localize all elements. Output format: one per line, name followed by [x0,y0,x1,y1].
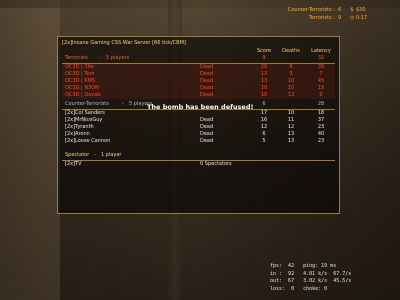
player-status: Dead [200,117,214,123]
bomb-defused-message: The bomb has been defused! [147,103,254,111]
player-latency: 9 [319,92,323,98]
dollar-icon: $ [350,7,354,13]
player-deaths: 12 [287,124,295,130]
t-score-value: 9 [338,15,342,21]
player-name: OC3D | KMS [65,78,96,84]
money-value: $30 [356,7,366,13]
server-title: [2x]Insane Gaming CSS War Server [66 tic… [62,40,186,46]
player-status: Dead [200,124,214,130]
player-latency: 45 [317,78,325,84]
scoreboard-header: [2x]Insane Gaming CSS War Server [66 tic… [62,39,335,54]
player-name: OC3D | Tom [65,71,95,77]
table-row[interactable]: [2x]Tyranth Dead 12 12 23 [62,124,335,131]
team-label: Counter-Terrorists [65,101,109,107]
team-score-hud: Counter-Terrorists : 6 $ $30 Terrorists … [268,6,380,22]
player-status: Dead [200,92,214,98]
player-score: 13 [260,78,268,84]
player-score: 12 [260,124,268,130]
net-graph-line: loss: 0 choke: 0 [270,285,328,292]
player-deaths: 13 [287,138,295,144]
player-deaths: 13 [287,131,295,137]
net-graph: fps: 42 ping: 19 ms in : 92 4.01 k/s 67.… [270,263,396,293]
team-label: Spectator [65,152,90,158]
table-row[interactable]: [2x]MrNiceGuy Dead 16 11 37 [62,117,335,124]
net-graph-line: in : 92 4.01 k/s 67.7/s [270,270,352,277]
player-latency: 23 [317,124,325,130]
clock-icon: ◷ [349,15,355,21]
table-row[interactable]: OC3D | KMS Dead 13 10 45 [62,78,335,85]
player-name: OC3D | N3ON [65,85,99,91]
player-deaths: 10 [287,78,295,84]
net-graph-line: out: 67 3.02 k/s 45.5/s [270,278,352,284]
team-latency: 32 [317,55,325,61]
player-name: OC3D | Daveb [65,92,101,98]
player-name: [2x]Col Sanders [65,110,105,116]
player-status: Dead [200,71,214,77]
player-score: 10 [260,92,268,98]
player-deaths: 9 [289,71,293,77]
table-row[interactable]: OC3D | Tom Dead 13 9 7 [62,71,335,78]
player-deaths: 10 [287,110,295,116]
round-timer: 0:17 [356,15,368,21]
team-label: Terrorists [65,55,88,61]
player-status: Dead [200,85,214,91]
team-player-count: 1 player [101,152,122,158]
player-latency: 23 [317,138,325,144]
player-latency: 7 [319,71,323,77]
player-name: [2x]Aronn [65,131,90,137]
player-status: Dead [200,78,214,84]
player-deaths: 9 [289,64,293,70]
player-name: [2x]Tyranth [65,124,94,130]
ct-score-label: Counter-Terrorists : [287,7,335,13]
spectator-section-header: Spectator - 1 player [62,151,335,161]
table-row[interactable]: [2x]Loose Cannon Dead 5 13 23 [62,138,335,145]
team-score: 9 [262,55,266,61]
terrorists-section-header: Terrorists - 5 players 9 32 [62,54,335,64]
player-deaths: 13 [287,92,295,98]
ct-score-value: 6 [338,7,342,13]
scoreboard: [2x]Insane Gaming CSS War Server [66 tic… [57,36,340,214]
team-player-count: 5 players [106,55,130,61]
player-status: Dead [200,64,214,70]
player-status: Dead [200,131,214,137]
player-score: 17 [260,110,268,116]
player-score: 16 [260,117,268,123]
player-score: 13 [260,71,268,77]
table-row[interactable]: [2x]Col Sanders 17 10 18 [62,110,335,117]
player-score: 10 [260,85,268,91]
player-latency: 37 [317,117,325,123]
player-latency: 39 [317,64,325,70]
t-score-label: Terrorists : [308,15,335,21]
t-score-row: Terrorists : 9 ◷ 0:17 [268,14,380,22]
player-name: OC3D | 3lfe [65,64,94,70]
ct-score-row: Counter-Terrorists : 6 $ $30 [268,6,380,14]
player-status: 0 Spectators [200,161,232,167]
player-latency: 40 [317,131,325,137]
team-latency: 28 [317,101,325,107]
player-latency: 18 [317,110,325,116]
player-score: 6 [262,131,266,137]
player-latency: 19 [317,85,325,91]
player-deaths: 11 [287,117,295,123]
team-score: 6 [262,101,266,107]
table-row[interactable]: OC3D | Daveb Dead 10 13 9 [62,92,335,99]
table-row[interactable]: [2x]TV 0 Spectators [62,161,335,168]
player-score: 20 [260,64,268,70]
player-name: [2x]TV [65,161,82,167]
player-name: [2x]Loose Cannon [65,138,111,144]
player-deaths: 10 [287,85,295,91]
player-name: [2x]MrNiceGuy [65,117,103,123]
player-status: Dead [200,138,214,144]
table-row[interactable]: OC3D | 3lfe Dead 20 9 39 [62,64,335,71]
table-row[interactable]: [2x]Aronn Dead 6 13 40 [62,131,335,138]
table-row[interactable]: OC3D | N3ON Dead 10 10 19 [62,85,335,92]
net-graph-line: fps: 42 ping: 19 ms [270,263,337,269]
player-score: 5 [262,138,266,144]
background-wall [0,0,60,300]
